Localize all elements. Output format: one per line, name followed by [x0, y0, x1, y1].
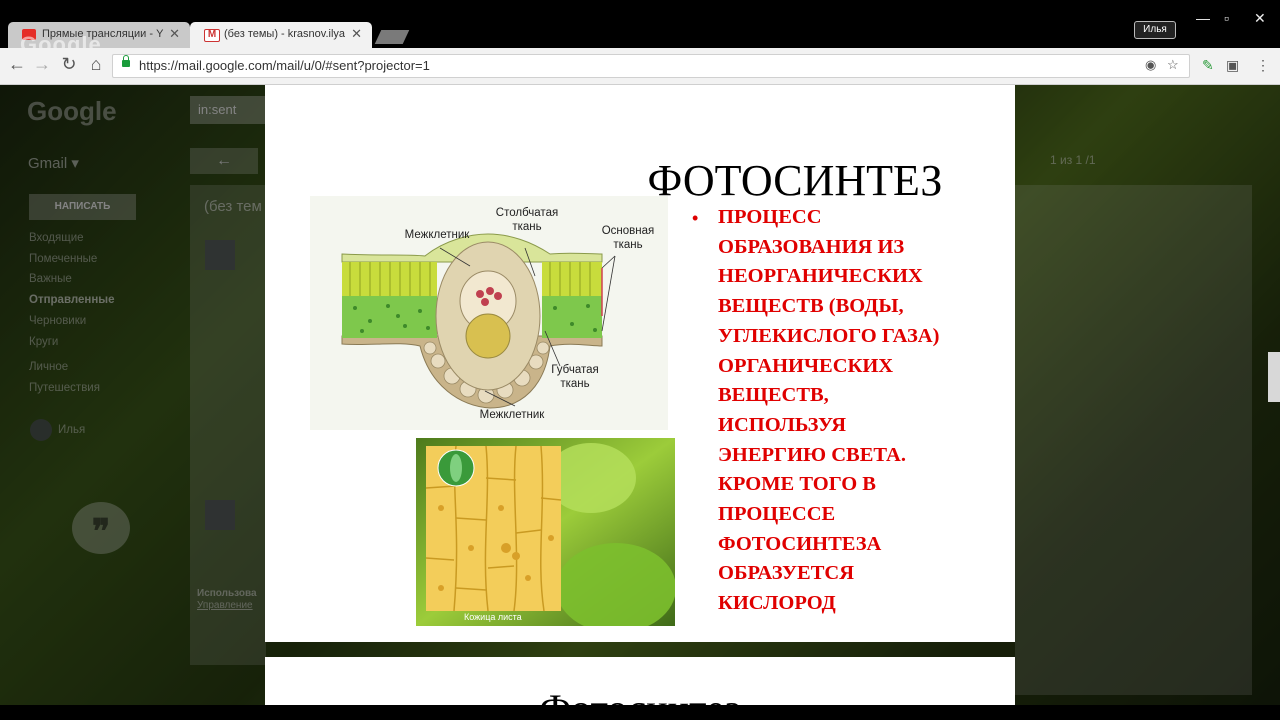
close-window-icon[interactable]: ✕ [1254, 10, 1266, 27]
leaf-photo-drawing [416, 438, 675, 626]
extension-box-icon[interactable]: ▣ [1226, 57, 1239, 74]
home-icon[interactable]: ⌂ [84, 54, 108, 75]
label-intercellular-bottom: Межклетник [479, 409, 545, 421]
minimize-icon[interactable]: — [1196, 10, 1210, 26]
eye-icon[interactable]: ◉ [1145, 57, 1156, 73]
slide-body-text: ПРОЦЕСС ОБРАЗОВАНИЯ ИЗ НЕОРГАНИЧЕСКИХ ВЕ… [718, 206, 940, 615]
label-ground-tissue: Основная ткань [601, 225, 655, 251]
gmail-icon: M [204, 29, 220, 42]
forward-icon[interactable]: → [30, 54, 54, 75]
label-spongy: Губчатая ткань [551, 364, 599, 390]
close-icon[interactable]: ✕ [169, 26, 180, 42]
tab-title: (без темы) - krasnov.ilya [224, 28, 346, 40]
address-bar[interactable]: https://mail.google.com/mail/u/0/#sent?p… [112, 54, 1190, 78]
presentation-slide: ФОТОСИНТЕЗ Столбчатая ткань Межклетник О… [265, 85, 1015, 642]
bullet-point: • [692, 208, 699, 228]
bottom-bar [0, 705, 1280, 720]
extension-icon[interactable]: ✎ [1202, 57, 1214, 74]
tab-strip: Прямые трансляции - Y ✕ M (без темы) - k… [0, 0, 1280, 57]
menu-icon[interactable]: ⋮ [1256, 57, 1270, 74]
next-slide: Фотосинтез [265, 657, 1015, 705]
label-palisade: Столбчатая ткань [495, 207, 559, 233]
url-text[interactable]: https://mail.google.com/mail/u/0/#sent?p… [139, 58, 430, 73]
profile-button[interactable]: Илья [1134, 21, 1176, 39]
photo-caption: Кожица листа [464, 612, 522, 622]
tab-gmail[interactable]: M (без темы) - krasnov.ilya ✕ [190, 22, 372, 48]
close-icon[interactable]: ✕ [351, 26, 362, 42]
leaf-epidermis-photo: Кожица листа [416, 438, 675, 626]
reload-icon[interactable]: ↻ [57, 54, 81, 75]
lock-icon [122, 55, 130, 67]
bookmark-star-icon[interactable]: ☆ [1167, 57, 1179, 73]
new-tab-button[interactable] [374, 30, 410, 44]
back-icon[interactable]: ← [5, 54, 29, 75]
label-intercellular-top: Межклетник [404, 229, 470, 241]
next-slide-title: Фотосинтез [265, 685, 1015, 705]
browser-toolbar: ← → ↻ ⌂ https://mail.google.com/mail/u/0… [0, 48, 1280, 85]
maximize-icon[interactable]: ▫ [1224, 10, 1229, 26]
scrollbar-thumb[interactable] [1268, 352, 1280, 402]
leaf-cross-section-diagram: Столбчатая ткань Межклетник Основная тка… [310, 196, 668, 430]
